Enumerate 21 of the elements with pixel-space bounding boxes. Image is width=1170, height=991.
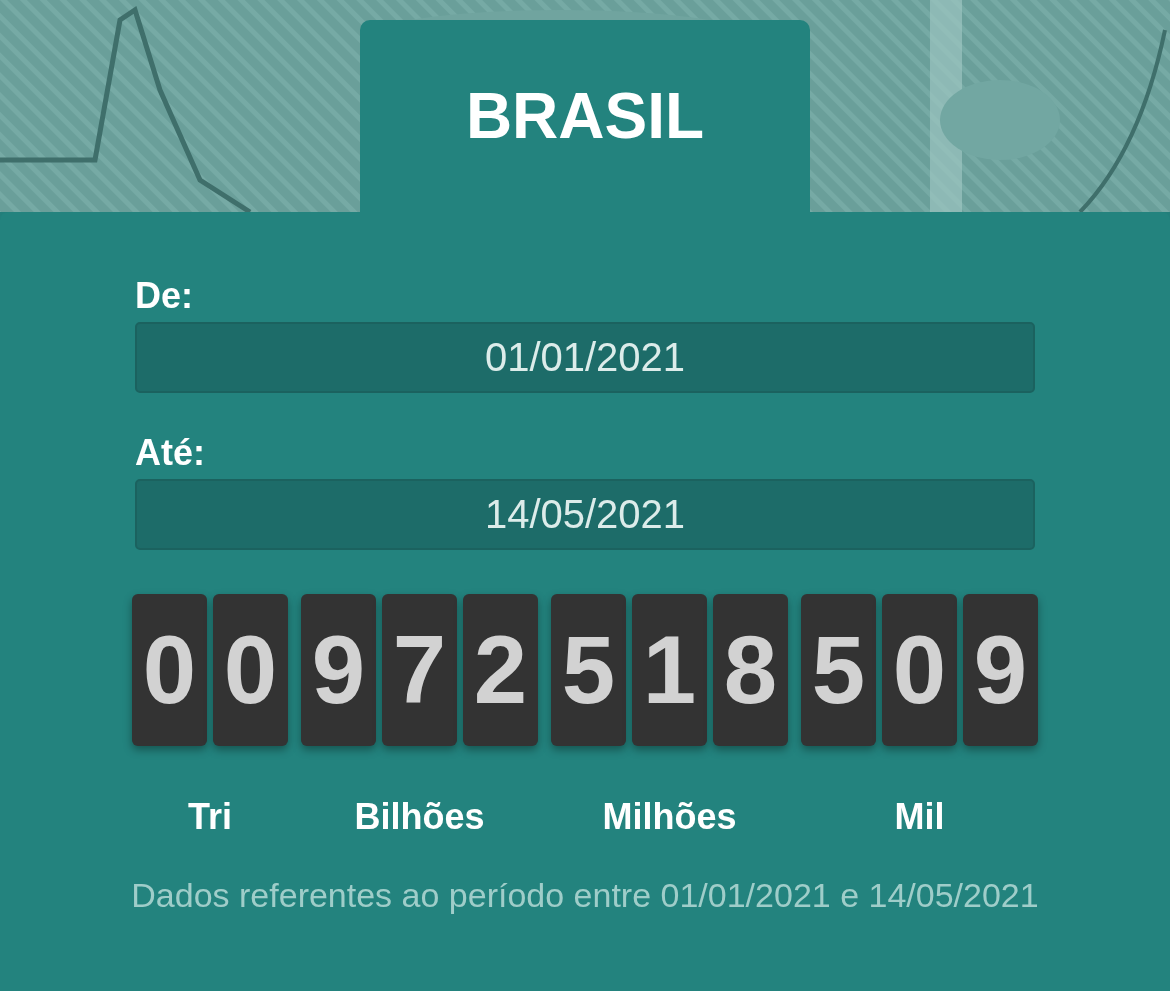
- digit-tile: 5: [801, 594, 876, 746]
- digit-tile: 8: [713, 594, 788, 746]
- digit-tile: 0: [882, 594, 957, 746]
- digit-tile: 9: [963, 594, 1038, 746]
- field-label: Até:: [135, 431, 206, 475]
- unit-label: Milhões: [602, 796, 737, 838]
- unit-label: Bilhões: [354, 796, 485, 838]
- unit-label: Mil: [894, 796, 945, 838]
- title: BRASIL: [465, 79, 705, 153]
- digit-tile: 0: [213, 594, 288, 746]
- footnote: Dados referentes ao período entre 01/01/2021 e 14/05/2021: [130, 875, 1040, 916]
- digit-tile: 9: [301, 594, 376, 746]
- digit-tile: 7: [382, 594, 457, 746]
- digit-tile: 1: [632, 594, 707, 746]
- digit-tile: 5: [551, 594, 626, 746]
- field-label: De:: [135, 274, 194, 318]
- digit-tile: 0: [132, 594, 207, 746]
- unit-label: Tri: [188, 796, 232, 838]
- date-field[interactable]: 01/01/2021: [135, 322, 1035, 393]
- digit-tile: 2: [463, 594, 538, 746]
- date-field[interactable]: 14/05/2021: [135, 479, 1035, 550]
